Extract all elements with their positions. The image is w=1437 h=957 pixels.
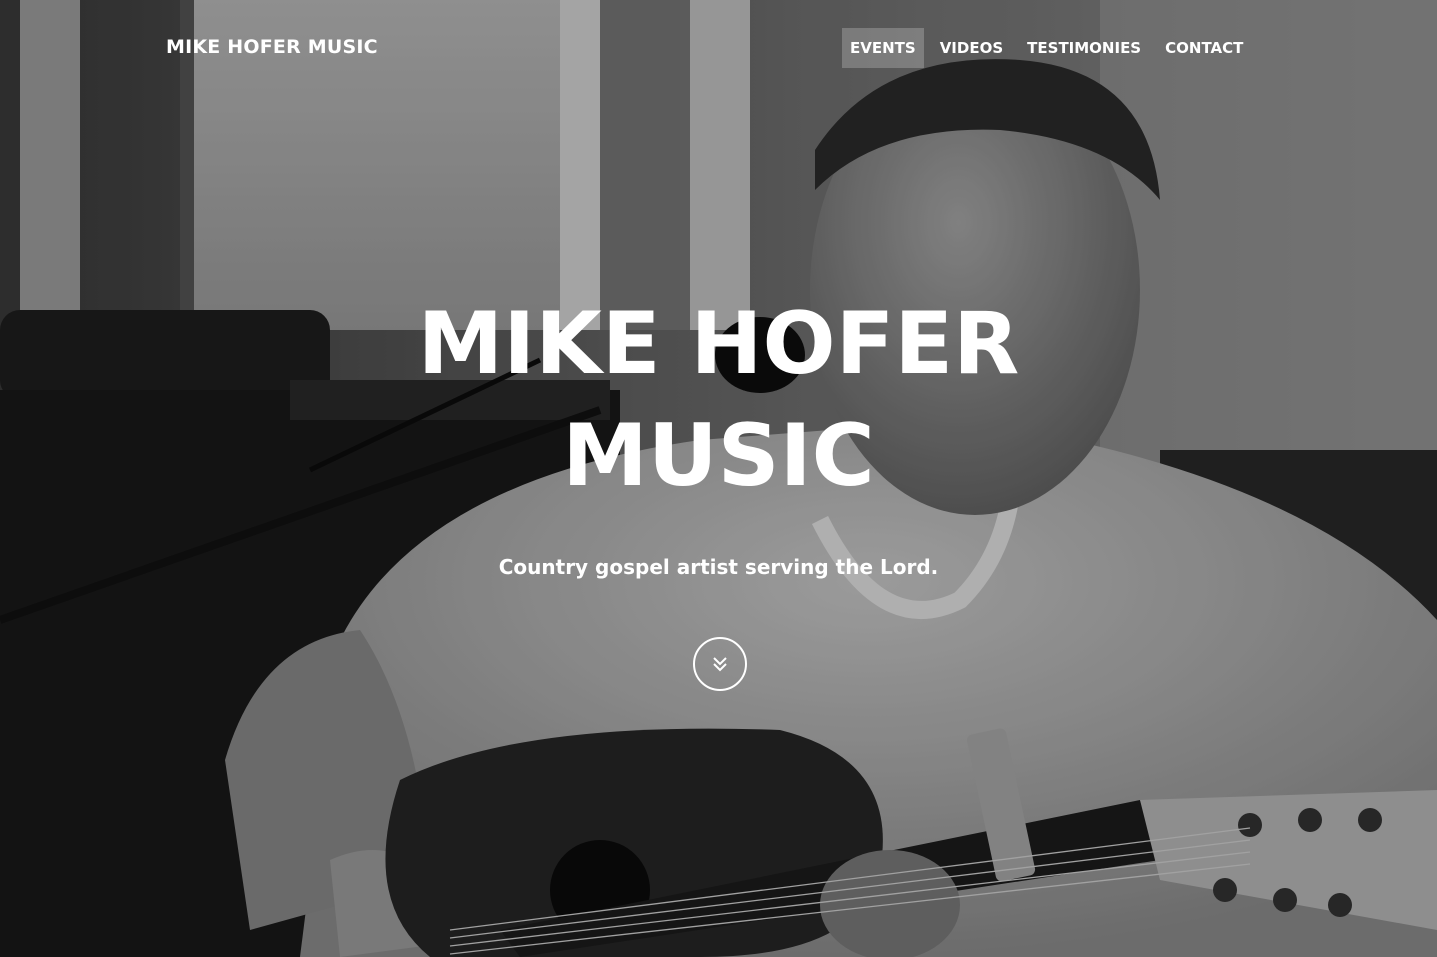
hero-title-line-2: MUSIC bbox=[562, 406, 875, 506]
nav-item-videos: VIDEOS bbox=[932, 28, 1019, 68]
nav-link-events[interactable]: EVENTS bbox=[842, 28, 924, 68]
nav-item-contact: CONTACT bbox=[1157, 28, 1259, 68]
nav-item-testimonies: TESTIMONIES bbox=[1019, 28, 1157, 68]
brand-logo-link[interactable]: MIKE HOFER MUSIC bbox=[166, 36, 378, 58]
hero-section: MIKE HOFER MUSIC EVENTS VIDEOS TESTIMONI… bbox=[0, 0, 1437, 957]
nav-link-videos[interactable]: VIDEOS bbox=[932, 28, 1011, 68]
hero-title: MIKE HOFER MUSIC bbox=[0, 288, 1437, 512]
double-chevron-down-icon bbox=[713, 657, 727, 672]
hero-title-line-1: MIKE HOFER bbox=[417, 294, 1020, 394]
hero-subtitle: Country gospel artist serving the Lord. bbox=[498, 555, 939, 579]
nav-item-events: EVENTS bbox=[842, 28, 932, 68]
main-nav: EVENTS VIDEOS TESTIMONIES CONTACT bbox=[842, 28, 1259, 68]
nav-link-testimonies[interactable]: TESTIMONIES bbox=[1019, 28, 1149, 68]
nav-link-contact[interactable]: CONTACT bbox=[1157, 28, 1251, 68]
scroll-down-button[interactable] bbox=[693, 637, 747, 691]
